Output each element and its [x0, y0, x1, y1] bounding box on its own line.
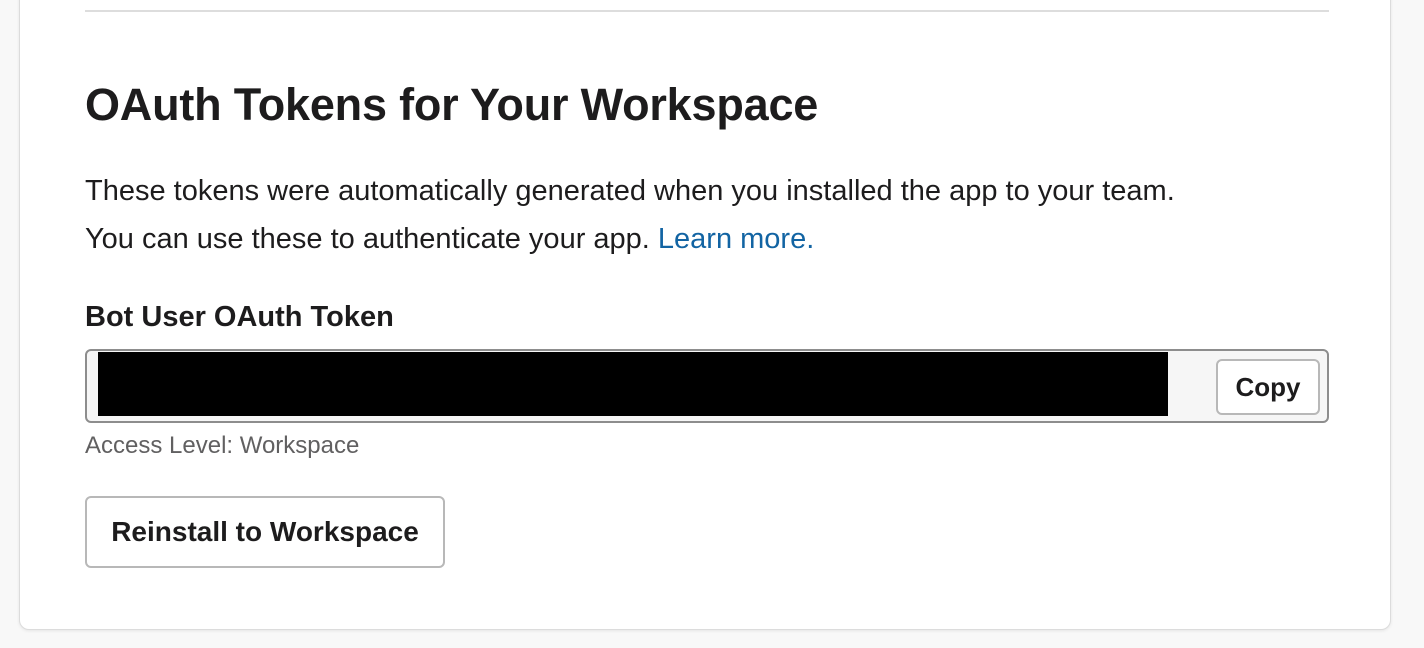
section-title: OAuth Tokens for Your Workspace — [85, 79, 819, 130]
section-divider — [85, 10, 1329, 12]
reinstall-button[interactable]: Reinstall to Workspace — [85, 496, 445, 568]
bot-token-field[interactable]: Copy — [85, 349, 1329, 423]
token-label: Bot User OAuth Token — [85, 301, 394, 333]
description-line-1: These tokens were automatically generate… — [85, 175, 1175, 207]
copy-button[interactable]: Copy — [1216, 359, 1320, 415]
oauth-tokens-card: OAuth Tokens for Your Workspace These to… — [19, 0, 1391, 630]
access-level-text: Access Level: Workspace — [85, 432, 360, 459]
description-line-2: You can use these to authenticate your a… — [85, 223, 650, 255]
learn-more-link[interactable]: Learn more. — [658, 223, 814, 255]
section-description: These tokens were automatically generate… — [85, 167, 1175, 263]
token-value-redacted — [98, 352, 1168, 416]
